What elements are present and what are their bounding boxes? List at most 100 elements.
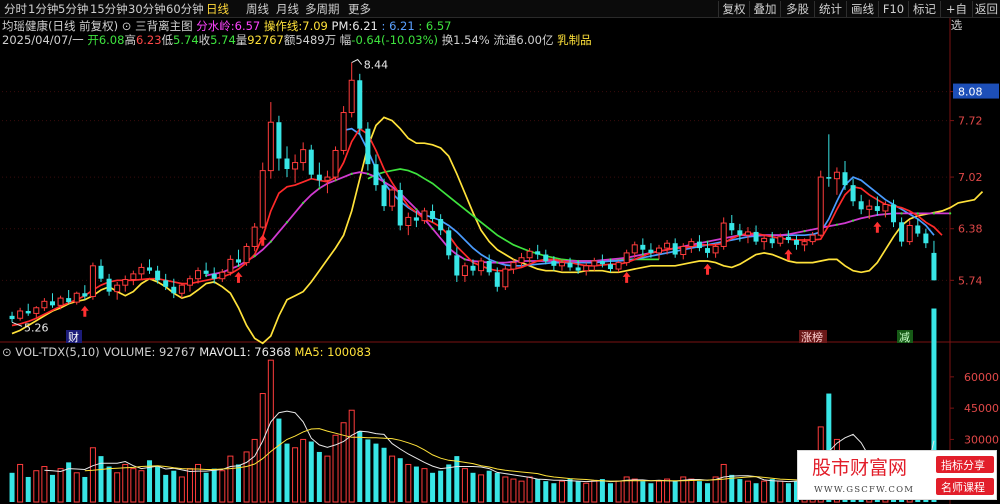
candle-body-30 [251, 226, 258, 247]
volume-bar-86 [705, 483, 711, 502]
volume-bar-42 [348, 409, 355, 503]
candle-105 [858, 194, 864, 215]
candle-body-95 [777, 236, 784, 244]
volume-bar-6 [57, 468, 64, 503]
series-red-line [11, 127, 943, 327]
volume-bar-0 [9, 472, 15, 502]
candle-body-88 [720, 222, 727, 247]
candle-body-83 [680, 245, 687, 256]
volume-bar-60 [494, 472, 500, 502]
candle-54 [446, 227, 452, 260]
candle-88 [720, 217, 727, 250]
candle-22 [186, 275, 193, 292]
magenta-dot-32 [269, 240, 272, 243]
volume-bar-5 [49, 474, 55, 502]
candle-53 [438, 214, 444, 236]
candle-body-64 [526, 250, 533, 259]
candle-body-27 [227, 258, 234, 273]
up-arrow-icon-0 [80, 305, 89, 317]
candle-body-84 [688, 241, 695, 247]
volume-bar-80 [655, 480, 663, 503]
volume-bar-2 [25, 476, 31, 502]
volume-bar-74 [607, 483, 613, 502]
candle-body-79 [648, 249, 654, 253]
candle-30 [251, 223, 258, 252]
volume-bar-35 [292, 447, 299, 503]
candle-body-38 [316, 174, 322, 181]
volume-bar-47 [389, 455, 396, 503]
candle-52 [430, 204, 436, 223]
candle-body-2 [25, 310, 31, 314]
candle-body-94 [769, 238, 775, 244]
candle-0 [9, 311, 15, 323]
volume-bar-25 [211, 468, 217, 502]
candle-114 [931, 240, 937, 281]
series-yellow-line [11, 116, 984, 345]
candle-5 [49, 293, 55, 308]
candle-body-59 [486, 260, 492, 273]
vol-tick-label-0: 60000 [964, 371, 999, 384]
candle-body-14 [122, 279, 129, 286]
volume-bar-73 [599, 479, 605, 502]
vol-tick-label-2: 30000 [964, 433, 999, 446]
watermark-logo: 股市财富网 WWW.GSCFW.COM 指标分享 名师课程 [797, 450, 997, 500]
candle-body-100 [817, 176, 824, 236]
candle-body-109 [891, 204, 897, 223]
candle-44 [365, 122, 371, 171]
volume-bar-38 [316, 451, 322, 502]
candlesticks [9, 62, 937, 323]
volume-bar-65 [535, 479, 541, 502]
magenta-dot-36 [302, 201, 305, 204]
volume-bar-51 [421, 468, 428, 503]
candle-body-29 [243, 245, 250, 264]
candle-13 [114, 281, 121, 300]
candle-body-4 [41, 300, 48, 309]
volume-bar-12 [106, 466, 112, 502]
candle-38 [316, 162, 322, 187]
candle-7 [66, 290, 72, 304]
candle-body-55 [454, 255, 460, 276]
candle-body-16 [138, 266, 145, 275]
candle-12 [106, 273, 112, 296]
volume-bar-67 [551, 483, 557, 502]
volume-bar-13 [114, 472, 121, 503]
candle-body-35 [292, 162, 299, 170]
candle-3 [33, 306, 40, 318]
svg-text:名师课程: 名师课程 [941, 480, 985, 494]
candle-34 [284, 146, 290, 178]
volume-bar-94 [769, 479, 775, 502]
svg-text:WWW.GSCFW.COM: WWW.GSCFW.COM [814, 485, 914, 495]
volume-bar-77 [631, 478, 638, 503]
volume-bar-34 [284, 443, 290, 502]
volume-bar-91 [744, 480, 751, 503]
candle-58 [478, 257, 485, 276]
volume-bar-87 [712, 476, 719, 503]
main-indicator-lines [11, 116, 984, 345]
candle-body-81 [664, 242, 671, 249]
candle-body-87 [712, 245, 719, 254]
candle-body-92 [753, 231, 759, 242]
kline-chart[interactable]: 8.44 5.26 财 涨榜 减 8.08 7.72 7.02 6.38 5.74 60000 45… [0, 0, 1000, 504]
svg-text:股市财富网: 股市财富网 [812, 457, 907, 479]
volume-bar-23 [195, 463, 202, 503]
candle-body-56 [461, 265, 468, 276]
volume-bar-15 [130, 468, 137, 503]
candle-body-71 [583, 265, 590, 272]
candle-82 [672, 238, 678, 258]
candle-body-53 [438, 219, 444, 231]
candle-48 [397, 182, 403, 231]
candle-101 [826, 134, 832, 187]
candle-body-49 [405, 216, 412, 226]
candle-body-57 [470, 265, 476, 271]
volume-bar-4 [41, 466, 48, 503]
volume-bar-9 [82, 476, 88, 502]
volume-bar-28 [235, 464, 241, 502]
candle-body-74 [607, 264, 613, 270]
candle-body-104 [850, 185, 856, 202]
candle-body-105 [858, 201, 864, 210]
candle-body-48 [397, 189, 403, 226]
candle-body-32 [267, 121, 274, 172]
candle-body-12 [106, 278, 112, 292]
candle-body-28 [235, 259, 241, 263]
candle-body-108 [882, 204, 889, 212]
